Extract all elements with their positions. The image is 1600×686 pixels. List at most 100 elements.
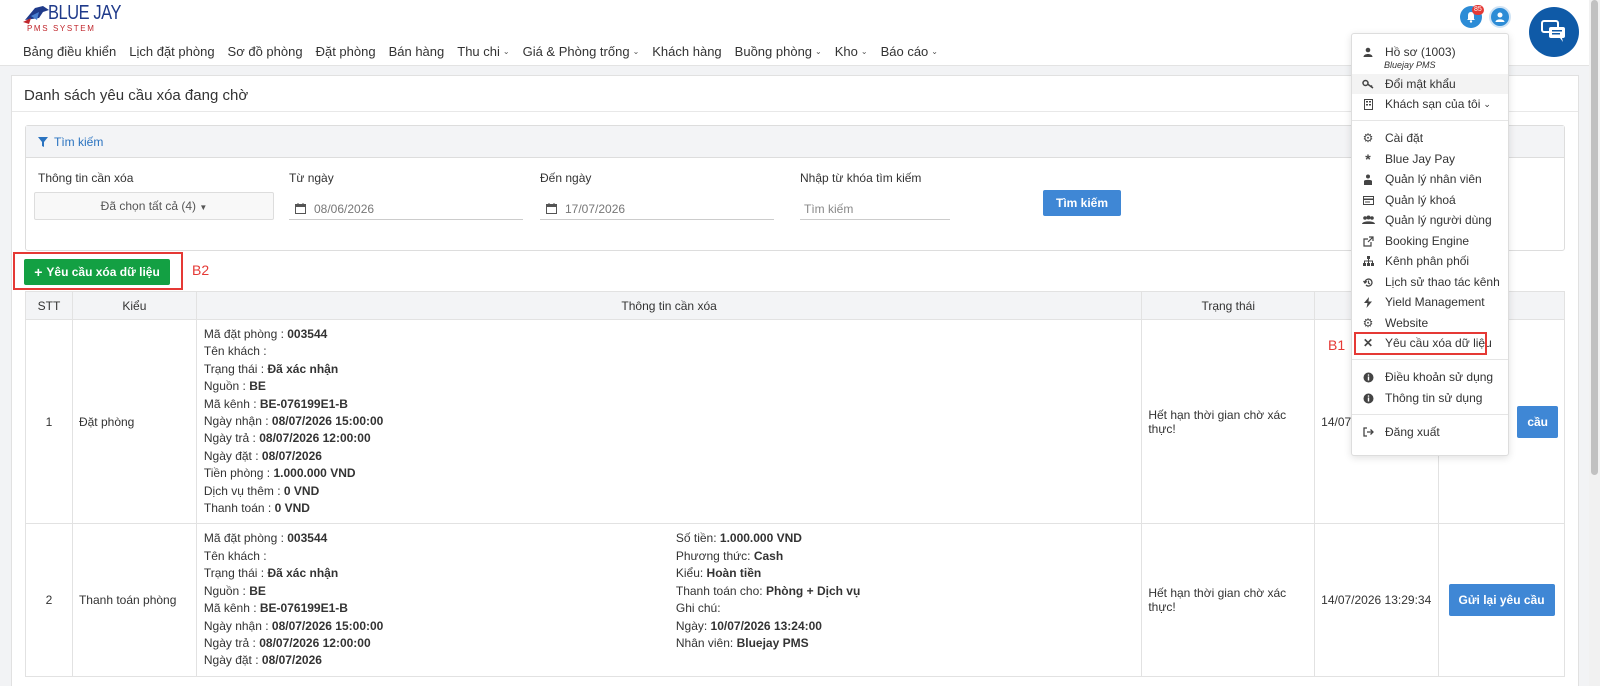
nav-dashboard[interactable]: Bảng điều khiển [23,42,116,60]
sitemap-icon [1361,256,1375,266]
nav-room-map[interactable]: Sơ đồ phòng [228,42,303,60]
key-icon [1361,79,1375,89]
col-header-status: Trạng thái [1141,291,1316,320]
nav-customers[interactable]: Khách hàng [652,42,721,60]
search-button[interactable]: Tìm kiếm [1043,190,1121,216]
notification-badge: 85 [1472,5,1484,15]
info-icon [1361,393,1375,404]
chevron-down-icon: ⌄ [815,46,822,56]
staff-icon [1361,174,1375,185]
menu-item-booking-engine[interactable]: Booking Engine [1352,231,1508,251]
profile-subtitle: Bluejay PMS [1384,60,1436,70]
resend-request-button[interactable]: Gửi lại yêu cầu [1448,584,1555,617]
detail-line: Thanh toán : 0 VND [203,501,310,516]
menu-item-channels[interactable]: Kênh phân phối [1352,251,1508,271]
detail-line: Ghi chú: [675,601,721,616]
resend-request-button[interactable]: cầu [1517,405,1558,438]
menu-item-settings[interactable]: ⚙ Cài đặt [1352,128,1508,148]
highlight-box-b1 [1354,332,1487,355]
menu-item-yield-management[interactable]: Yield Management [1352,292,1508,312]
chat-button[interactable] [1529,7,1579,57]
row-booking-details: Mã đặt phòng : 003544 Tên khách : Trạng … [195,318,1143,525]
chevron-down-icon: ⌄ [1483,98,1491,109]
nav-booking[interactable]: Đặt phòng [316,42,376,60]
info-field-label: Thông tin cần xóa [38,171,134,185]
menu-item-logout[interactable]: Đăng xuất [1352,422,1508,442]
chevron-down-icon: ⌄ [632,46,640,56]
nav-reports[interactable]: Báo cáo ⌄ [881,42,938,60]
row-status: Hết hạn thời gian chờ xác thực! [1141,523,1316,677]
detail-line: Nguồn : BE [203,583,266,598]
detail-line: Ngày nhận : 08/07/2026 15:00:00 [203,414,384,429]
menu-item-usage-info[interactable]: Thông tin sử dụng [1352,388,1508,408]
logo-brand: BLUE JAY [48,2,121,24]
users-icon [1361,215,1375,225]
nav-sales[interactable]: Bán hàng [389,42,445,60]
row-stt: 2 [25,523,73,677]
detail-line: Kiểu: Hoàn tiền [675,566,762,581]
info-type-select[interactable]: Đã chọn tất cả (4) ▼ [34,192,274,220]
detail-line: Tiền phòng : 1.000.000 VND [203,466,356,481]
nav-housekeeping[interactable]: Buồng phòng ⌄ [735,42,822,60]
search-panel-header[interactable]: Tìm kiếm [26,126,1564,158]
detail-line: Ngày trả : 08/07/2026 12:00:00 [203,431,371,446]
from-date-input[interactable]: 08/06/2026 [289,198,523,220]
detail-line: Ngày: 10/07/2026 13:24:00 [675,618,822,633]
nav-booking-calendar[interactable]: Lịch đặt phòng [129,42,214,60]
table-row: 2 Thanh toán phòng Mã đặt phòng : 003544… [25,523,1565,677]
logo-subtitle: PMS SYSTEM [27,24,96,33]
row-type: Đặt phòng [71,318,197,525]
chevron-down-icon: ⌄ [502,46,510,56]
menu-item-change-password[interactable]: Đổi mật khẩu [1352,74,1508,94]
building-icon [1361,98,1375,110]
gear-icon: ⚙ [1362,316,1374,330]
calendar-icon [295,203,306,214]
menu-item-staff[interactable]: Quản lý nhân viên [1352,169,1508,189]
detail-line: Mã đặt phòng : 003544 [203,531,328,546]
caret-down-icon: ▼ [199,203,208,212]
detail-line: Tên khách : [203,344,267,359]
col-header-stt: STT [25,291,73,320]
detail-line: Ngày đặt : 08/07/2026 [203,448,322,463]
row-type: Thanh toán phòng [71,523,197,677]
nav-finance[interactable]: Thu chi ⌄ [457,42,509,60]
menu-divider [1352,359,1508,360]
app-logo[interactable]: BLUE JAY PMS SYSTEM [21,2,121,33]
menu-item-users[interactable]: Quản lý người dùng [1352,210,1508,230]
keyword-input[interactable]: Tìm kiếm [800,198,950,220]
nav-warehouse[interactable]: Kho ⌄ [835,42,868,60]
card-icon [1361,195,1375,205]
menu-divider [1352,414,1508,415]
logout-icon [1361,427,1375,437]
row-action-cell: Gửi lại yêu cầu [1438,523,1565,677]
asterisk-icon: * [1365,151,1371,167]
info-icon [1361,372,1375,383]
detail-line: Tên khách : [203,548,267,563]
scrollbar-thumb[interactable] [1591,0,1598,475]
nav-rates-availability[interactable]: Giá & Phòng trống ⌄ [523,42,640,60]
menu-item-website[interactable]: ⚙ Website [1352,313,1508,333]
divider [12,111,1578,112]
menu-item-terms[interactable]: Điều khoản sử dụng [1352,367,1508,387]
annotation-b1: B1 [1328,337,1346,353]
detail-line: Nhân viên: Bluejay PMS [675,635,809,650]
menu-item-profile[interactable]: Hồ sơ (1003) [1352,42,1508,62]
detail-line: Mã đặt phòng : 003544 [203,327,328,341]
menu-item-channel-history[interactable]: Lịch sử thao tác kênh [1352,272,1508,292]
detail-line: Trạng thái : Đã xác nhận [203,566,339,581]
to-date-input[interactable]: 17/07/2026 [540,198,774,220]
detail-line: Trạng thái : Đã xác nhận [203,361,339,376]
menu-item-locks[interactable]: Quản lý khoá [1352,190,1508,210]
row-payment-details: Mã đặt phòng : 003544 Tên khách : Trạng … [195,523,1143,677]
user-icon [1361,47,1375,57]
chevron-down-icon: ⌄ [860,46,868,56]
booking-info-column: Mã đặt phòng : 003544 Tên khách : Trạng … [204,530,676,669]
user-menu-button[interactable] [1489,6,1511,28]
external-link-icon [1361,235,1375,247]
chevron-down-icon: ⌄ [931,46,938,56]
page-scrollbar[interactable] [1589,0,1600,686]
main-panel: Danh sách yêu cầu xóa đang chờ Tìm kiếm … [11,75,1579,686]
page-title: Danh sách yêu cầu xóa đang chờ [24,87,249,104]
menu-item-blue-jay-pay[interactable]: * Blue Jay Pay [1352,149,1508,169]
menu-item-my-hotels[interactable]: Khách sạn của tôi ⌄ [1352,94,1508,114]
